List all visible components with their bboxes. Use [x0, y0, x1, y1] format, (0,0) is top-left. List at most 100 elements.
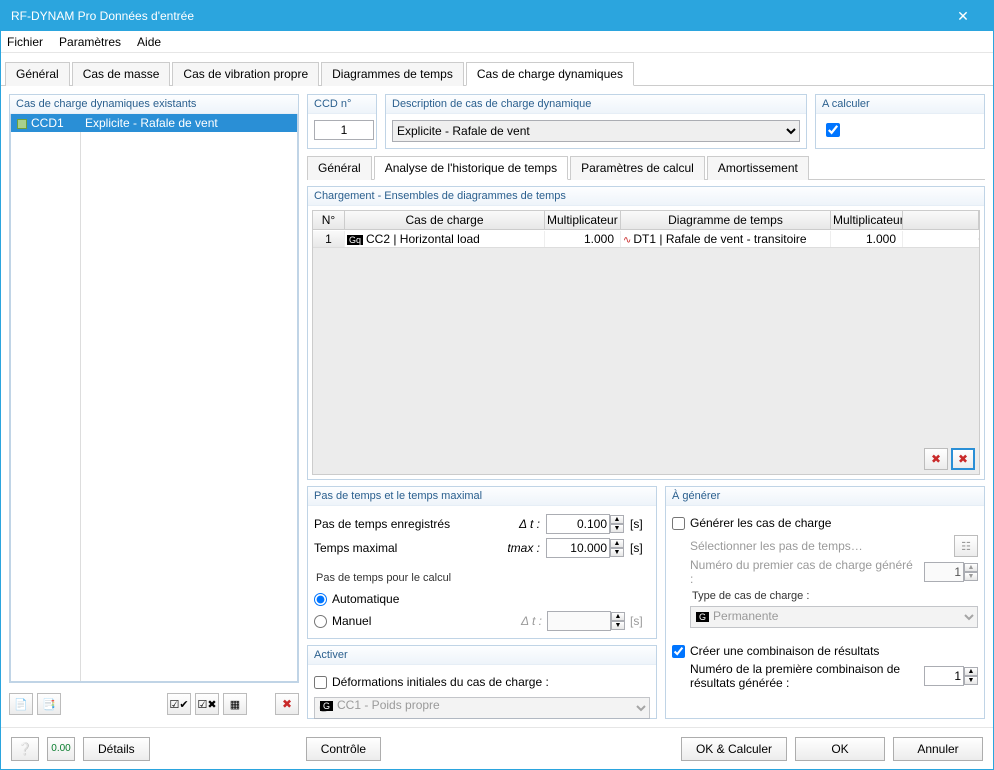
ccd-list[interactable]: CCD1 Explicite - Rafale de vent — [10, 114, 298, 682]
ccd-desc: Explicite - Rafale de vent — [81, 114, 297, 132]
deform-checkbox[interactable] — [314, 676, 327, 689]
timestep-title: Pas de temps et le temps maximal — [308, 487, 656, 506]
cell-td: DT1 | Rafale de vent - transitoire — [633, 232, 806, 246]
subtab-calc[interactable]: Paramètres de calcul — [570, 156, 705, 180]
dt-input[interactable] — [546, 514, 610, 534]
menu-file[interactable]: Fichier — [7, 35, 43, 49]
manual-label: Manuel — [332, 614, 371, 628]
tab-mass[interactable]: Cas de masse — [72, 62, 171, 86]
control-button[interactable]: Contrôle — [306, 737, 381, 761]
spin-up-icon[interactable]: ▲ — [610, 515, 624, 524]
table-row[interactable]: 1 GqCC2 | Horizontal load 1.000 ∿DT1 | R… — [313, 230, 979, 248]
tmax-input[interactable] — [546, 538, 610, 558]
left-toolbar: 📄 📑 ☑✔ ☑✖ ▦ ✖ — [9, 689, 299, 719]
help-button[interactable]: ❔ — [11, 737, 39, 761]
spin-up-icon: ▲ — [611, 612, 625, 621]
desc-select[interactable]: Explicite - Rafale de vent — [392, 120, 800, 142]
cell-m2: 1.000 — [831, 231, 903, 247]
tmax-symbol: tmax : — [504, 541, 540, 555]
combo-label: Créer une combinaison de résultats — [690, 644, 879, 658]
deform-lc-select: G — [314, 697, 650, 719]
spin-down-icon[interactable]: ▼ — [610, 524, 624, 533]
firstlc-input — [924, 562, 964, 582]
titlebar: RF-DYNAM Pro Données d'entrée ✕ — [1, 1, 993, 31]
desc-label: Description de cas de charge dynamique — [386, 95, 806, 114]
col-lc: Cas de charge — [345, 211, 545, 229]
color-swatch-icon — [17, 119, 27, 129]
lc-badge: Gq — [347, 235, 363, 245]
dt-symbol: Δ t : — [504, 517, 540, 531]
spin-down-icon[interactable]: ▼ — [610, 548, 624, 557]
generate-title: À générer — [666, 487, 984, 506]
tab-time-diagrams[interactable]: Diagrammes de temps — [321, 62, 464, 86]
ccd-id: CCD1 — [31, 116, 64, 130]
dt2-input — [547, 611, 611, 631]
lctype-label: Type de cas de charge : — [690, 586, 978, 606]
menu-params[interactable]: Paramètres — [59, 35, 121, 49]
spin-up-icon[interactable]: ▲ — [610, 539, 624, 548]
auto-label: Automatique — [332, 592, 399, 606]
dt2-unit: [s] — [630, 614, 650, 628]
close-icon[interactable]: ✕ — [943, 8, 983, 25]
cell-n: 1 — [313, 231, 345, 247]
spin-down-icon[interactable]: ▼ — [964, 676, 978, 685]
footer: ❔ 0.00 Détails Contrôle OK & Calculer OK… — [1, 727, 993, 769]
cancel-button[interactable]: Annuler — [893, 737, 983, 761]
copy-button[interactable]: 📑 — [37, 693, 61, 715]
firstcombo-label: Numéro de la première combinaison de rés… — [690, 662, 918, 690]
grid-delete-row-button[interactable]: ✖ — [924, 448, 948, 470]
manual-radio[interactable] — [314, 615, 327, 628]
firstcombo-input[interactable] — [924, 666, 964, 686]
menubar: Fichier Paramètres Aide — [1, 31, 993, 53]
saved-step-label: Pas de temps enregistrés — [314, 517, 498, 531]
grid-button[interactable]: ▦ — [223, 693, 247, 715]
col-td: Diagramme de temps — [621, 211, 831, 229]
genlc-checkbox[interactable] — [672, 517, 685, 530]
tab-general[interactable]: Général — [5, 62, 70, 86]
activate-title: Activer — [308, 646, 656, 665]
dt-unit: [s] — [630, 517, 650, 531]
subtab-history[interactable]: Analyse de l'historique de temps — [374, 156, 568, 180]
tab-vibration[interactable]: Cas de vibration propre — [172, 62, 319, 86]
menu-help[interactable]: Aide — [137, 35, 161, 49]
load-grid[interactable]: N° Cas de charge Multiplicateur Diagramm… — [312, 210, 980, 475]
cell-lc: CC2 | Horizontal load — [366, 232, 480, 246]
dt2-symbol: Δ t : — [506, 614, 542, 628]
spin-down-icon: ▼ — [611, 621, 625, 630]
combo-checkbox[interactable] — [672, 645, 685, 658]
ccdno-label: CCD n° — [308, 95, 376, 114]
auto-radio[interactable] — [314, 593, 327, 606]
genlc-label: Générer les cas de charge — [690, 516, 831, 530]
spin-up-icon[interactable]: ▲ — [964, 667, 978, 676]
lctype-select — [690, 606, 978, 628]
ccd-list-item[interactable]: CCD1 Explicite - Rafale de vent — [11, 114, 297, 132]
wave-icon: ∿ — [623, 235, 631, 246]
main-tabs: Général Cas de masse Cas de vibration pr… — [1, 57, 993, 86]
details-button[interactable]: Détails — [83, 737, 150, 761]
cell-m1: 1.000 — [545, 231, 621, 247]
select-steps-label: Sélectionner les pas de temps… — [690, 539, 948, 553]
ok-button[interactable]: OK — [795, 737, 885, 761]
tmax-label: Temps maximal — [314, 541, 498, 555]
calcstep-label: Pas de temps pour le calcul — [314, 568, 650, 588]
col-n: N° — [313, 211, 345, 229]
subtab-damping[interactable]: Amortissement — [707, 156, 809, 180]
tmax-unit: [s] — [630, 541, 650, 555]
uncheck-button[interactable]: ☑✖ — [195, 693, 219, 715]
deform-label: Déformations initiales du cas de charge … — [332, 675, 549, 689]
ccdno-input[interactable] — [314, 120, 374, 140]
col-mult1: Multiplicateur — [545, 211, 621, 229]
loadtable-title: Chargement - Ensembles de diagrammes de … — [308, 187, 984, 206]
tab-dynamic-load-cases[interactable]: Cas de charge dynamiques — [466, 62, 634, 86]
units-button[interactable]: 0.00 — [47, 737, 75, 761]
existing-dlc-title: Cas de charge dynamiques existants — [10, 95, 298, 114]
acalc-checkbox[interactable] — [826, 123, 840, 137]
new-button[interactable]: 📄 — [9, 693, 33, 715]
check-all-button[interactable]: ☑✔ — [167, 693, 191, 715]
window-title: RF-DYNAM Pro Données d'entrée — [11, 9, 194, 23]
ok-calc-button[interactable]: OK & Calculer — [681, 737, 787, 761]
acalc-label: A calculer — [816, 95, 984, 114]
grid-clear-button[interactable]: ✖ — [951, 448, 975, 470]
delete-button[interactable]: ✖ — [275, 693, 299, 715]
subtab-general[interactable]: Général — [307, 156, 372, 180]
